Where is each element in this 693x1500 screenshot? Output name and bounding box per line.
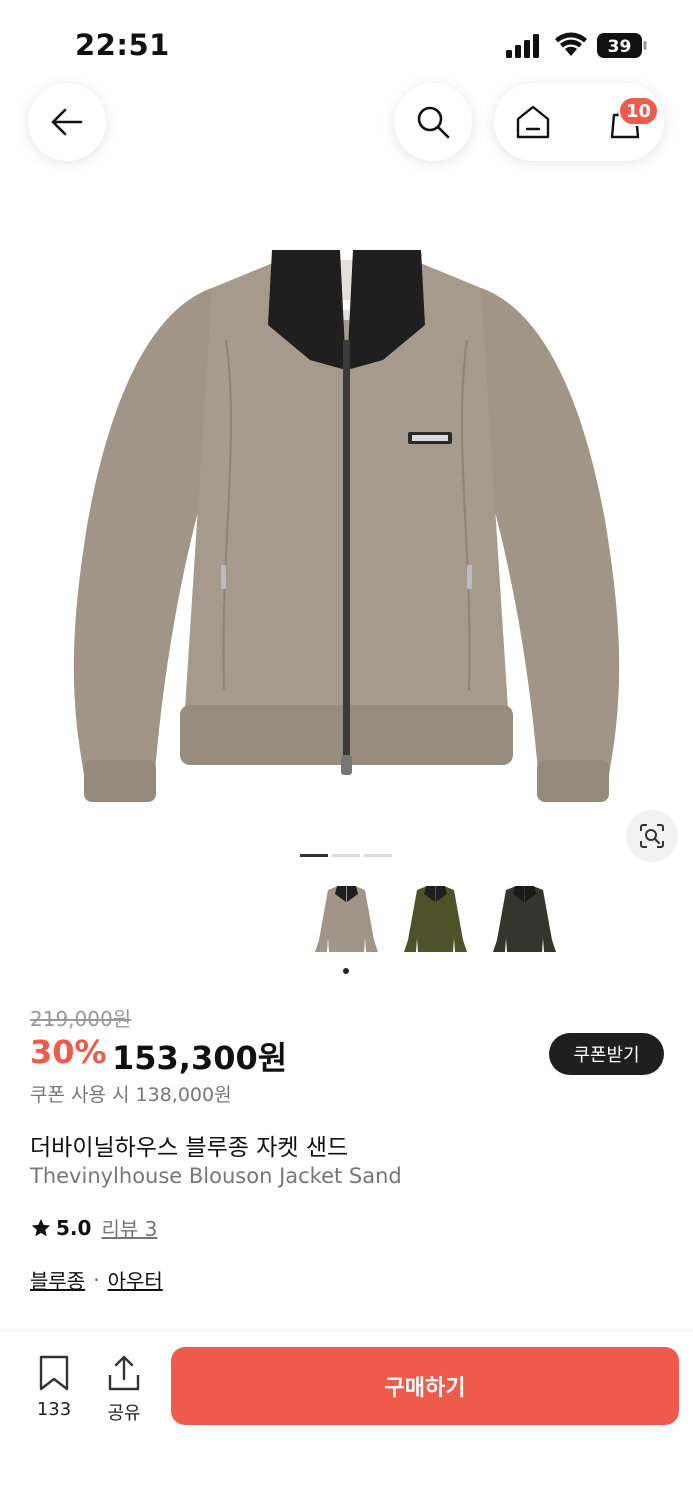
- bottom-divider: [0, 1330, 693, 1331]
- arrow-left-icon: [51, 108, 83, 136]
- nav-pill: 10: [494, 83, 664, 161]
- battery-icon: 39: [597, 33, 647, 58]
- review-link[interactable]: 리뷰 3: [101, 1213, 157, 1242]
- star-icon: [31, 1218, 51, 1236]
- rating-row: 5.0 리뷰 3: [30, 1213, 157, 1242]
- thumbnail-sand[interactable]: [308, 880, 385, 962]
- share-icon: [108, 1355, 140, 1391]
- buy-button[interactable]: 구매하기: [171, 1347, 679, 1425]
- sale-price: 153,300원: [112, 1039, 288, 1077]
- bookmark-icon: [39, 1355, 69, 1391]
- coupon-price-text: 쿠폰 사용 시 138,000원: [30, 1084, 232, 1106]
- cellular-signal-icon: [506, 34, 539, 58]
- get-coupon-button[interactable]: 쿠폰받기: [549, 1033, 664, 1075]
- status-bar: 22:51 39: [0, 0, 693, 90]
- home-icon: [516, 105, 550, 139]
- cart-count-badge: 10: [618, 96, 660, 126]
- category-breadcrumb: 블루종 · 아우터: [30, 1265, 163, 1294]
- bookmark-button[interactable]: 133: [28, 1355, 80, 1420]
- category-separator: ·: [93, 1267, 100, 1292]
- share-label: 공유: [107, 1403, 141, 1424]
- image-pager: [300, 854, 392, 857]
- image-search-button[interactable]: [626, 810, 678, 862]
- share-button[interactable]: 공유: [98, 1355, 150, 1425]
- color-thumbnails: [308, 880, 563, 962]
- jacket-thumbnail-image: [404, 886, 467, 952]
- jacket-thumbnail-image: [315, 886, 378, 952]
- pager-dot: [364, 854, 392, 857]
- thumbnail-khaki[interactable]: [397, 880, 474, 962]
- home-button[interactable]: [508, 97, 558, 147]
- original-price: 219,000원: [30, 1007, 132, 1031]
- back-button[interactable]: [28, 83, 106, 161]
- category-link-blouson[interactable]: 블루종: [30, 1265, 85, 1294]
- status-time: 22:51: [75, 28, 170, 62]
- pager-dot: [300, 854, 328, 857]
- selected-thumbnail-indicator: [343, 968, 349, 974]
- pager-dot: [332, 854, 360, 857]
- lens-search-icon: [640, 824, 664, 848]
- search-button[interactable]: [394, 83, 472, 161]
- product-image[interactable]: [40, 220, 653, 820]
- rating-score: 5.0: [56, 1215, 92, 1240]
- thumbnail-charcoal[interactable]: [486, 880, 563, 962]
- bookmark-count: 133: [36, 1399, 72, 1420]
- product-title-english: Thevinylhouse Blouson Jacket Sand: [30, 1164, 402, 1188]
- category-link-outer[interactable]: 아우터: [108, 1265, 163, 1294]
- discount-rate: 30%: [30, 1033, 107, 1071]
- product-title-korean: 더바이닐하우스 블루종 자켓 샌드: [30, 1135, 349, 1161]
- search-icon: [417, 106, 450, 139]
- wifi-icon: [555, 32, 587, 56]
- battery-level: 39: [608, 37, 632, 57]
- jacket-thumbnail-image: [493, 886, 556, 952]
